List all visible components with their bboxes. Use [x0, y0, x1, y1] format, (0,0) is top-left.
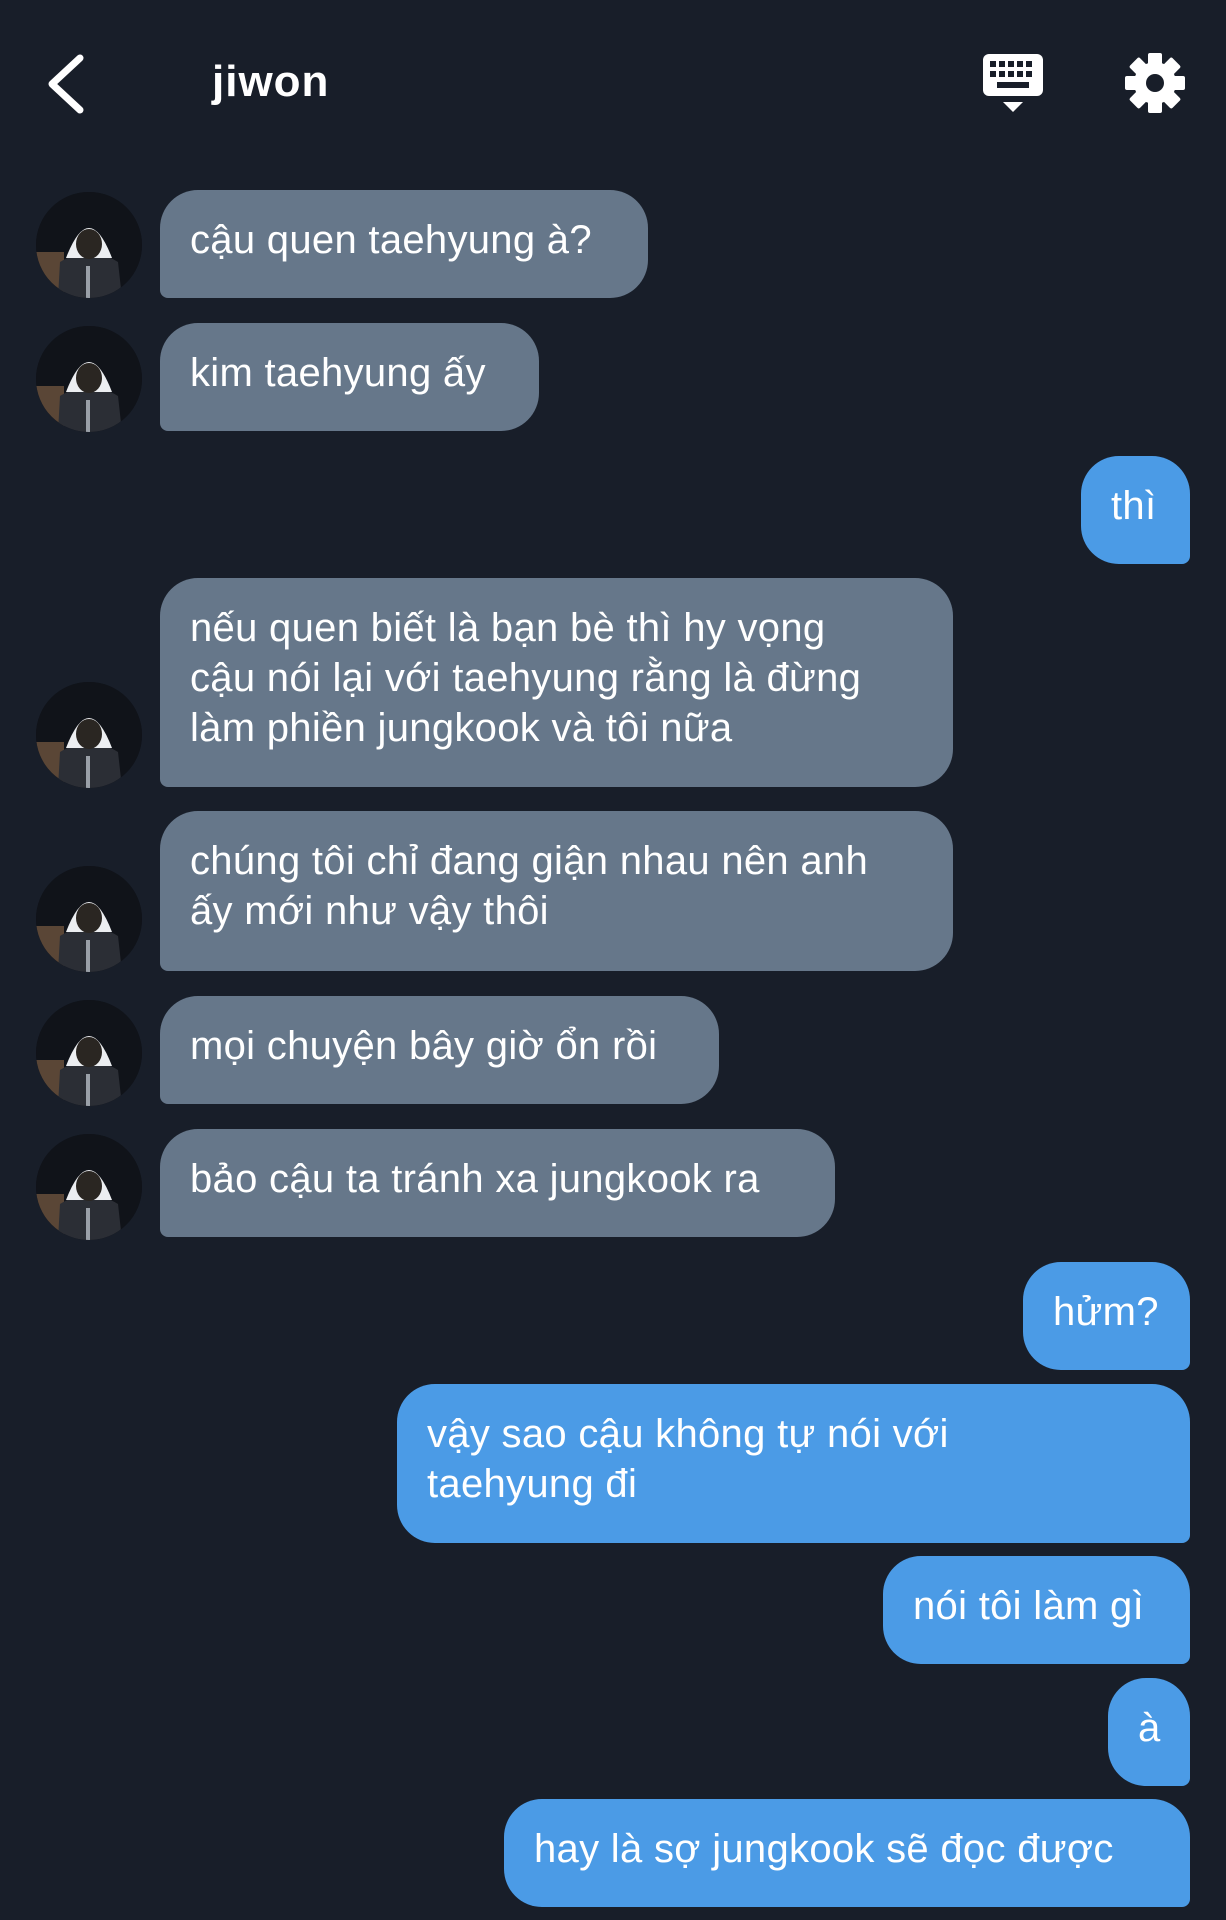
avatar — [36, 1134, 142, 1240]
message-bubble-outgoing[interactable]: thì — [1081, 456, 1190, 564]
keyboard-button[interactable] — [980, 52, 1046, 118]
message-bubble-outgoing[interactable]: nói tôi làm gì — [883, 1556, 1190, 1664]
message-bubble-outgoing[interactable]: hửm? — [1023, 1262, 1190, 1370]
gear-icon — [1125, 53, 1185, 113]
avatar — [36, 866, 142, 972]
avatar — [36, 192, 142, 298]
message-bubble-incoming[interactable]: cậu quen taehyung à? — [160, 190, 648, 298]
chat-title: jiwon — [212, 57, 330, 106]
back-button[interactable] — [36, 44, 96, 124]
message-bubble-incoming[interactable]: nếu quen biết là bạn bè thì hy vọng cậu … — [160, 578, 953, 787]
chevron-left-icon — [48, 54, 84, 114]
message-bubble-incoming[interactable]: chúng tôi chỉ đang giận nhau nên anh ấy … — [160, 811, 953, 971]
message-bubble-outgoing[interactable]: hay là sợ jungkook sẽ đọc được — [504, 1799, 1190, 1907]
chat-header: jiwon — [0, 0, 1226, 170]
message-bubble-outgoing[interactable]: à — [1108, 1678, 1190, 1786]
message-bubble-incoming[interactable]: mọi chuyện bây giờ ổn rồi — [160, 996, 719, 1104]
message-bubble-incoming[interactable]: bảo cậu ta tránh xa jungkook ra — [160, 1129, 835, 1237]
avatar — [36, 326, 142, 432]
settings-button[interactable] — [1124, 52, 1186, 114]
message-bubble-incoming[interactable]: kim taehyung ấy — [160, 323, 539, 431]
message-bubble-outgoing[interactable]: vậy sao cậu không tự nói với taehyung đi — [397, 1384, 1190, 1543]
avatar — [36, 1000, 142, 1106]
keyboard-icon — [983, 54, 1043, 112]
avatar — [36, 682, 142, 788]
